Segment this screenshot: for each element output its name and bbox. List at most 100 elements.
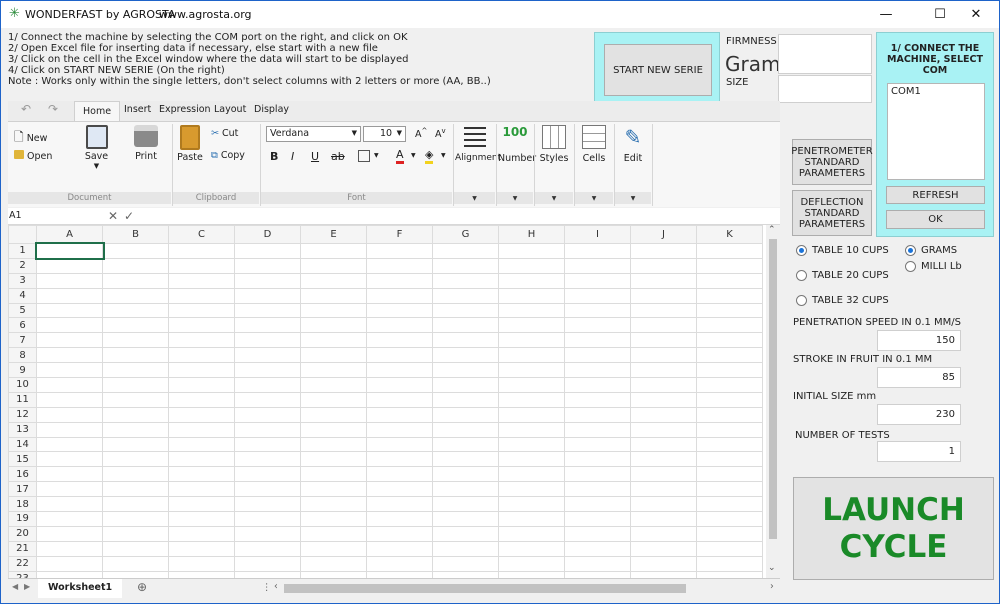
cell[interactable] [432,525,499,542]
font-name-select[interactable]: Verdana ▼ [266,126,361,142]
cell[interactable] [630,570,697,578]
cell[interactable] [36,525,103,542]
cell[interactable] [498,243,565,259]
cell[interactable] [300,332,367,349]
cell[interactable] [300,540,367,557]
shrink-font-icon[interactable]: Av [435,127,446,140]
cell[interactable] [36,347,103,364]
cell[interactable] [630,540,697,557]
cell[interactable] [168,406,235,423]
cell[interactable] [234,362,301,379]
ok-button[interactable]: OK [886,210,985,229]
scroll-thumb[interactable] [769,239,777,539]
cell[interactable] [300,436,367,453]
cell[interactable] [300,243,367,259]
cell[interactable] [696,287,763,304]
cell[interactable] [366,525,433,542]
cell[interactable] [234,525,301,542]
cell[interactable] [300,302,367,319]
cell[interactable] [234,287,301,304]
cell[interactable] [168,555,235,572]
close-button[interactable]: ✕ [953,1,999,28]
cell[interactable] [36,451,103,468]
cell[interactable] [564,436,631,453]
prev-sheet-icon[interactable]: ◀ [12,582,18,591]
cell[interactable] [498,496,565,513]
table-10-radio[interactable] [796,245,807,256]
launch-cycle-button[interactable]: LAUNCH CYCLE [793,477,994,580]
horizontal-scroll-thumb[interactable] [284,584,686,593]
cell[interactable] [300,317,367,334]
cell[interactable] [498,481,565,498]
cell[interactable] [168,525,235,542]
cell[interactable] [696,436,763,453]
cell[interactable] [234,466,301,483]
cell[interactable] [36,332,103,349]
column-header[interactable]: F [366,225,433,244]
cell[interactable] [36,257,103,274]
cell[interactable] [498,377,565,393]
cell[interactable] [366,391,433,408]
cell[interactable] [102,257,169,274]
cell[interactable] [696,257,763,274]
cell-table[interactable]: A B C D E F G H I J K 1 2 3 4 5 6 7 8 9 10 11 12 13 1… [8,225,763,578]
cell[interactable] [564,406,631,423]
column-header[interactable]: A [36,225,103,244]
row-header[interactable]: 14 [8,436,37,453]
cell[interactable] [630,496,697,513]
cell[interactable] [366,496,433,513]
undo-icon[interactable]: ↶ [21,102,31,116]
cell[interactable] [300,362,367,379]
row-header[interactable]: 11 [8,391,37,408]
cell[interactable] [630,362,697,379]
cell[interactable] [36,540,103,557]
cell[interactable] [168,391,235,408]
row-header[interactable]: 9 [8,362,37,379]
cell[interactable] [366,377,433,393]
cell[interactable] [564,287,631,304]
cell[interactable] [564,302,631,319]
row-header[interactable]: 18 [8,496,37,513]
cell[interactable] [102,272,169,289]
row-header[interactable]: 23 [8,570,37,578]
cell[interactable] [102,555,169,572]
cell[interactable] [366,347,433,364]
cell[interactable] [630,317,697,334]
cell[interactable] [564,570,631,578]
cell[interactable] [36,511,103,527]
row-header[interactable]: 15 [8,451,37,468]
column-header[interactable]: K [696,225,763,244]
cell[interactable] [564,391,631,408]
cell[interactable] [366,466,433,483]
row-header[interactable]: 16 [8,466,37,483]
cell[interactable] [36,287,103,304]
cell[interactable] [234,243,301,259]
cell[interactable] [102,540,169,557]
cell[interactable] [102,525,169,542]
cell[interactable] [36,555,103,572]
cell[interactable] [432,511,499,527]
cell[interactable] [234,347,301,364]
chevron-down-icon[interactable]: ▼ [472,195,477,202]
cell[interactable] [432,466,499,483]
vertical-scrollbar[interactable]: ⌃ ⌄ [766,225,780,578]
underline-button[interactable]: U [311,150,319,163]
cell[interactable] [366,511,433,527]
cell[interactable] [696,466,763,483]
cell[interactable] [564,272,631,289]
bold-button[interactable]: B [270,150,278,163]
cell[interactable] [168,466,235,483]
list-item[interactable]: COM1 [891,86,981,97]
row-header[interactable]: 21 [8,540,37,557]
save-button[interactable]: Save ▼ [74,125,119,170]
cell[interactable] [630,466,697,483]
chevron-down-icon[interactable]: ▼ [552,195,557,202]
cell[interactable] [168,302,235,319]
scroll-down-icon[interactable]: ⌄ [768,563,776,573]
cell[interactable] [234,377,301,393]
cell[interactable] [168,243,235,259]
grow-font-icon[interactable]: A^ [415,127,427,140]
cell[interactable] [234,451,301,468]
cell[interactable] [102,481,169,498]
minimize-button[interactable]: — [863,1,909,28]
